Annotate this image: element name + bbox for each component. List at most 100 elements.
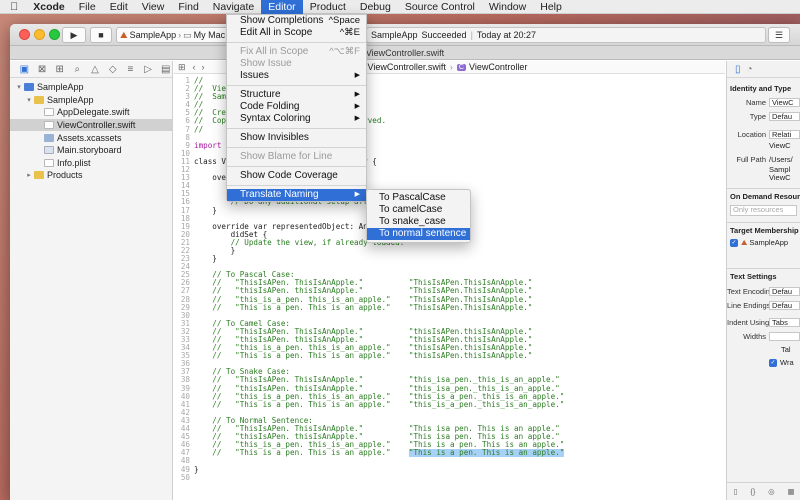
menu-source-control[interactable]: Source Control	[398, 0, 482, 14]
apple-icon[interactable]: 	[0, 0, 26, 14]
menu-item-edit-all-in-scope[interactable]: Edit All in Scope ^⌘E	[227, 27, 366, 39]
line-number: 8	[185, 132, 190, 142]
code-line[interactable]: 23 }	[174, 254, 725, 263]
media-library-icon[interactable]: ▦	[787, 487, 794, 496]
menu-separator	[227, 185, 366, 186]
ondemand-tags-field[interactable]: Only resources are t	[730, 205, 797, 216]
menu-item-structure[interactable]: Structure ▶	[227, 89, 366, 101]
wrap-checkbox[interactable]: ✓	[769, 358, 777, 367]
menu-item-show-completions[interactable]: Show Completions ^Space	[227, 15, 366, 27]
name-field[interactable]: ViewC	[769, 98, 800, 107]
forward-icon[interactable]: ›	[202, 62, 205, 72]
menu-item-issues[interactable]: Issues ▶	[227, 70, 366, 82]
widths-field[interactable]	[769, 332, 800, 341]
test-icon[interactable]: ◇	[106, 64, 119, 75]
tree-item-sampleapp[interactable]: ▾ SampleApp	[10, 81, 172, 94]
editor-layout-button[interactable]: ☰	[768, 27, 790, 43]
code-line[interactable]: 22 }	[174, 246, 725, 255]
submenu-item-to-snake-case[interactable]: To snake_case	[367, 216, 470, 228]
stop-button[interactable]: ■	[90, 27, 112, 43]
code-line[interactable]: 47 // "This is a pen. This is an apple."…	[174, 449, 725, 458]
related-items-icon[interactable]: ⊞	[178, 62, 186, 73]
tree-item-sampleapp[interactable]: ▾ SampleApp	[10, 94, 172, 107]
tree-item-info-plist[interactable]: Info.plist	[10, 157, 172, 170]
menu-find[interactable]: Find	[171, 0, 205, 14]
code-line[interactable]: 48	[174, 457, 725, 465]
hierarchy-icon[interactable]: ⊞	[53, 64, 66, 75]
menu-item-show-code-coverage[interactable]: Show Code Coverage	[227, 170, 366, 182]
disclosure-triangle-icon[interactable]: ▸	[24, 171, 34, 179]
debug-icon[interactable]: ≡	[124, 64, 137, 75]
code-line[interactable]: 50	[174, 472, 725, 482]
fullpath-line: /Users/	[769, 155, 793, 164]
encoding-select[interactable]: Defau	[769, 287, 800, 296]
indent-label: Indent Using	[727, 318, 770, 327]
divider	[727, 268, 800, 269]
zoom-window-button[interactable]	[49, 29, 60, 40]
scheme-selector[interactable]: ⛰ SampleApp › ▭ My Mac	[116, 27, 232, 43]
menu-item-translate-naming[interactable]: Translate Naming ▶	[227, 189, 366, 201]
line-number: 2	[185, 84, 190, 94]
location-select[interactable]: Relati	[769, 130, 800, 139]
code-line[interactable]: 41 // "This is a pen. This is an apple."…	[174, 400, 725, 409]
lineendings-select[interactable]: Defau	[769, 301, 800, 310]
menu-item-show-invisibles[interactable]: Show Invisibles	[227, 132, 366, 144]
menu-edit[interactable]: Edit	[103, 0, 135, 14]
warning-icon[interactable]: △	[89, 64, 102, 75]
indent-select[interactable]: Tabs	[769, 318, 800, 327]
menu-shortcut: ^⌥⌘F	[329, 46, 360, 57]
menu-item-syntax-coloring[interactable]: Syntax Coloring ▶	[227, 113, 366, 125]
tree-item-main-storyboard[interactable]: Main.storyboard	[10, 144, 172, 157]
submenu-item-to-camelcase[interactable]: To camelCase	[367, 204, 470, 216]
file-icon[interactable]: ▯	[735, 64, 741, 75]
tree-item-label: AppDelegate.swift	[57, 107, 130, 118]
close-window-button[interactable]	[19, 29, 30, 40]
line-number: 50	[180, 472, 190, 482]
menu-view[interactable]: View	[135, 0, 172, 14]
menu-bar:  Xcode File Edit View Find Navigate Edi…	[0, 0, 800, 14]
jumpbar-symbol[interactable]: ViewController	[469, 62, 527, 72]
menu-help[interactable]: Help	[533, 0, 569, 14]
minimize-window-button[interactable]	[34, 29, 45, 40]
folder-icon[interactable]: ▣	[18, 64, 31, 75]
tree-item-appdelegate-swift[interactable]: AppDelegate.swift	[10, 106, 172, 119]
swift-file-icon	[44, 121, 54, 130]
tree-item-assets-xcassets[interactable]: Assets.xcassets	[10, 131, 172, 144]
submenu-item-to-normal-sentence[interactable]: To normal sentence	[367, 228, 470, 240]
menu-xcode[interactable]: Xcode	[26, 0, 72, 14]
object-library-icon[interactable]: ◎	[768, 487, 775, 496]
menu-product[interactable]: Product	[303, 0, 353, 14]
type-select[interactable]: Defau	[769, 112, 800, 121]
back-icon[interactable]: ‹	[193, 62, 196, 72]
line-number: 5	[185, 108, 190, 118]
file-template-icon[interactable]: ▯	[733, 487, 737, 496]
snippet-icon[interactable]: {}	[750, 487, 755, 496]
help-icon[interactable]: ◔	[747, 64, 753, 75]
report-icon[interactable]: ▤	[159, 64, 172, 75]
jumpbar-file[interactable]: ViewController.swift	[368, 62, 446, 72]
tree-item-viewcontroller-swift[interactable]: ViewController.swift	[10, 118, 172, 132]
submenu-item-to-pascalcase[interactable]: To PascalCase	[367, 192, 470, 204]
type-label: Type	[749, 112, 766, 121]
search-icon[interactable]: ⌕	[71, 64, 84, 75]
source-control-icon[interactable]: ⊠	[36, 64, 49, 75]
tree-item-label: Products	[47, 170, 83, 181]
target-checkbox[interactable]: ✓	[730, 238, 738, 247]
status-time: Today at 20:27	[476, 30, 536, 40]
menu-item-code-folding[interactable]: Code Folding ▶	[227, 101, 366, 113]
menu-editor[interactable]: Editor	[261, 0, 303, 14]
tree-item-products[interactable]: ▸ Products	[10, 169, 172, 182]
menu-window[interactable]: Window	[482, 0, 533, 14]
code-line[interactable]: 49}	[174, 465, 725, 474]
class-icon: C	[456, 63, 466, 71]
code-line[interactable]: 35 // "This is a pen. This is an apple."…	[174, 352, 725, 360]
disclosure-triangle-icon[interactable]: ▾	[24, 96, 34, 104]
menu-debug[interactable]: Debug	[353, 0, 398, 14]
breakpoint-icon[interactable]: ▷	[142, 64, 155, 75]
disclosure-triangle-icon[interactable]: ▾	[14, 83, 24, 91]
menu-file[interactable]: File	[72, 0, 103, 14]
line-number: 7	[185, 124, 190, 134]
run-button[interactable]: ▶	[62, 27, 86, 43]
menu-navigate[interactable]: Navigate	[206, 0, 261, 14]
code-line[interactable]: 29 // "This is a pen. This is an apple."…	[174, 303, 725, 312]
